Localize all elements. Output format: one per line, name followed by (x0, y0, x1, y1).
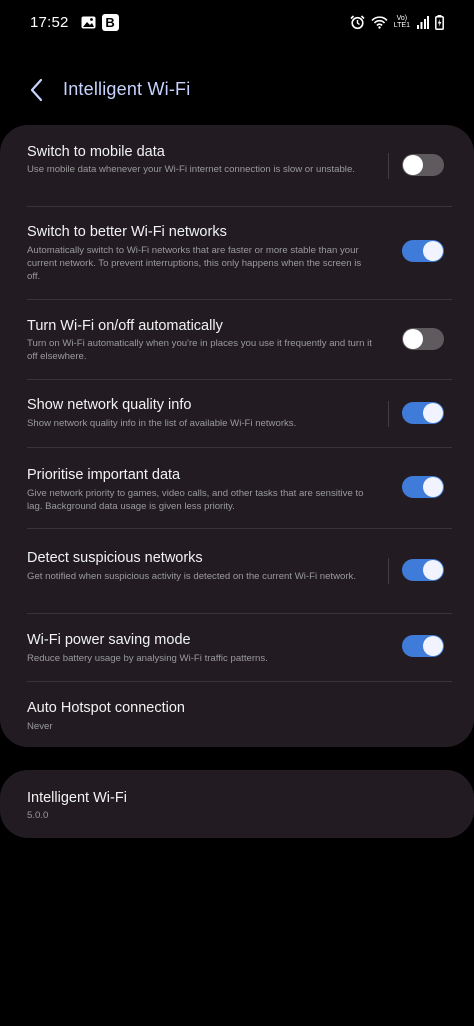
b-app-icon: B (101, 13, 119, 31)
alarm-icon (350, 14, 365, 30)
page-title: Intelligent Wi-Fi (63, 79, 191, 99)
setting-description: Automatically switch to Wi-Fi networks t… (27, 245, 362, 282)
setting-description: Give network priority to games, video ca… (27, 488, 364, 512)
setting-description: Reduce battery usage by analysing Wi-Fi … (27, 653, 268, 664)
setting-wifi-power-saving[interactable]: Wi-Fi power saving mode Reduce battery u… (0, 614, 474, 681)
toggle-turn-wifi-on-off[interactable] (402, 328, 444, 350)
setting-description: Get notified when suspicious activity is… (27, 571, 356, 582)
toggle-knob (423, 636, 443, 656)
setting-switch-to-better-networks[interactable]: Switch to better Wi-Fi networks Automati… (0, 207, 474, 300)
app-header: Intelligent Wi-Fi (0, 68, 474, 112)
toggle-switch-to-better-networks[interactable] (402, 240, 444, 262)
gallery-icon (81, 16, 96, 29)
toggle-knob (403, 329, 423, 349)
signal-icon (416, 15, 429, 29)
setting-title: Turn Wi-Fi on/off automatically (27, 318, 223, 334)
setting-turn-wifi-on-off[interactable]: Turn Wi-Fi on/off automatically Turn on … (0, 300, 474, 380)
setting-title: Auto Hotspot connection (27, 700, 185, 716)
setting-title: Wi-Fi power saving mode (27, 632, 191, 648)
setting-show-network-quality[interactable]: Show network quality info Show network q… (0, 380, 474, 448)
setting-auto-hotspot-connection[interactable]: Auto Hotspot connection Never (0, 682, 474, 747)
setting-title: Switch to mobile data (27, 144, 165, 160)
about-card[interactable]: Intelligent Wi-Fi 5.0.0 (0, 770, 474, 838)
setting-switch-to-mobile-data[interactable]: Switch to mobile data Use mobile data wh… (0, 125, 474, 207)
setting-title: Detect suspicious networks (27, 550, 203, 566)
setting-description: Show network quality info in the list of… (27, 418, 297, 429)
volte-bottom-text: LTE1 (393, 22, 410, 29)
setting-value: Never (27, 721, 53, 732)
toggle-wifi-power-saving[interactable] (402, 635, 444, 657)
battery-icon (435, 14, 444, 30)
toggle-knob (423, 560, 443, 580)
vertical-separator (388, 153, 389, 179)
wifi-icon (371, 15, 388, 29)
setting-title: Show network quality info (27, 397, 192, 413)
toggle-knob (423, 403, 443, 423)
status-time: 17:52 (30, 13, 69, 31)
settings-card: Switch to mobile data Use mobile data wh… (0, 125, 474, 747)
toggle-show-network-quality[interactable] (402, 402, 444, 424)
setting-detect-suspicious-networks[interactable]: Detect suspicious networks Get notified … (0, 529, 474, 613)
toggle-prioritise-important-data[interactable] (402, 476, 444, 498)
chevron-left-icon (30, 78, 43, 102)
volte-top-text: Vo) (396, 15, 408, 22)
status-left-icons: B (81, 13, 119, 31)
about-version: 5.0.0 (27, 810, 49, 821)
setting-description: Use mobile data whenever your Wi-Fi inte… (27, 164, 355, 175)
vertical-separator (388, 558, 389, 584)
setting-title: Switch to better Wi-Fi networks (27, 224, 227, 240)
toggle-detect-suspicious-networks[interactable] (402, 559, 444, 581)
status-right-icons: Vo) LTE1 (350, 14, 444, 30)
toggle-knob (403, 155, 423, 175)
status-bar: 17:52 B Vo) LTE1 (0, 0, 474, 44)
setting-description: Turn on Wi-Fi automatically when you're … (27, 338, 372, 362)
toggle-knob (423, 477, 443, 497)
toggle-switch-to-mobile-data[interactable] (402, 154, 444, 176)
volte-icon: Vo) LTE1 (394, 15, 410, 29)
about-title: Intelligent Wi-Fi (27, 790, 127, 806)
toggle-knob (423, 241, 443, 261)
back-button[interactable] (22, 76, 50, 104)
setting-title: Prioritise important data (27, 467, 181, 483)
vertical-separator (388, 401, 389, 427)
setting-prioritise-important-data[interactable]: Prioritise important data Give network p… (0, 448, 474, 528)
